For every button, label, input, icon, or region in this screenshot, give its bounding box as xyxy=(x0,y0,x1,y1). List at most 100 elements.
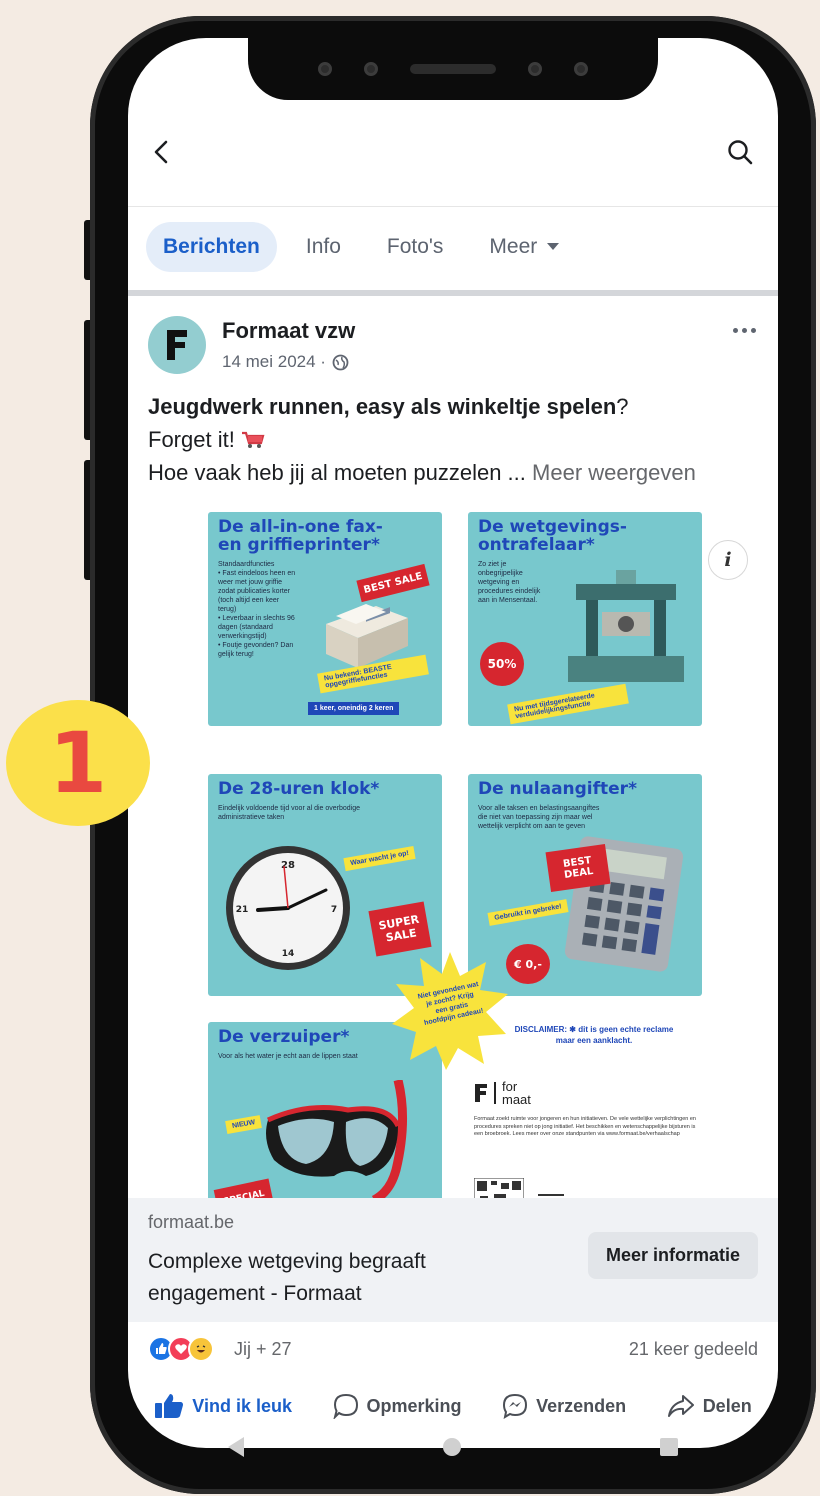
post-text-line-3: Hoe vaak heb jij al moeten puzzelen ... … xyxy=(148,456,764,489)
tab-label: Info xyxy=(305,234,341,258)
haha-reaction-icon xyxy=(188,1336,214,1362)
svg-text:14: 14 xyxy=(282,949,295,959)
globe-icon xyxy=(332,354,349,370)
best-deal-badge: BEST DEAL xyxy=(545,844,611,892)
card-title: De 28-uren klok* xyxy=(218,779,380,799)
card-tag: Gebruikt in gebreke! xyxy=(487,899,569,926)
back-arrow-icon xyxy=(154,140,168,164)
caret-down-icon xyxy=(547,243,560,250)
action-label: Vind ik leuk xyxy=(192,1395,292,1416)
reaction-icons[interactable] xyxy=(148,1336,214,1362)
send-button[interactable]: Verzenden xyxy=(502,1393,626,1419)
reaction-count[interactable]: Jij + 27 xyxy=(234,1339,292,1360)
phone-frame: Berichten Info Foto's Meer Formaat vzw 1… xyxy=(90,16,816,1494)
wordmark-maat: maat xyxy=(502,1092,531,1107)
phone-screen: Berichten Info Foto's Meer Formaat vzw 1… xyxy=(128,38,778,1448)
wordmark-divider xyxy=(494,1082,496,1104)
sensor-icon xyxy=(364,62,378,76)
formaat-f-logo-icon xyxy=(475,1084,487,1102)
action-label: Verzenden xyxy=(536,1395,627,1416)
machine-image-icon xyxy=(568,570,684,682)
section-divider xyxy=(128,290,778,296)
diving-mask-image-icon xyxy=(266,1080,407,1198)
ad-card-unraveler: De wetgevings- ontrafelaar* Zo ziet je o… xyxy=(468,512,702,726)
post-headline-end: ? xyxy=(616,394,629,419)
avatar[interactable] xyxy=(148,316,206,374)
post-header: Formaat vzw 14 mei 2024 · xyxy=(148,316,758,376)
card-title: De all-in-one fax- en griffieprinter* xyxy=(218,517,383,555)
clock-image-icon: 28 21 7 14 xyxy=(226,846,350,970)
earpiece-speaker xyxy=(410,64,496,74)
link-preview[interactable]: formaat.be Complexe wetgeving begraaft e… xyxy=(128,1198,778,1322)
like-button[interactable]: Vind ik leuk xyxy=(154,1393,292,1419)
tab-info[interactable]: Info xyxy=(289,222,358,272)
phone-notch xyxy=(248,38,658,100)
reactions-bar: Jij + 27 21 keer gedeeld xyxy=(148,1336,758,1366)
share-arrow-icon xyxy=(667,1395,694,1417)
step-number-badge: 1 xyxy=(6,700,150,826)
post-date[interactable]: 14 mei 2024 · xyxy=(222,352,326,372)
tab-label: Berichten xyxy=(163,234,260,258)
post-author[interactable]: Formaat vzw xyxy=(222,318,355,344)
link-domain: formaat.be xyxy=(148,1212,235,1232)
nav-back-icon[interactable] xyxy=(227,1437,244,1457)
share-count[interactable]: 21 keer gedeeld xyxy=(629,1339,758,1360)
messenger-icon xyxy=(503,1393,528,1419)
back-button[interactable] xyxy=(142,132,182,172)
action-label: Opmerking xyxy=(366,1395,462,1416)
post-text-line-2: Forget it! xyxy=(148,423,764,456)
tab-fotos[interactable]: Foto's xyxy=(370,222,461,272)
wordmark-text: for maat xyxy=(502,1080,531,1106)
share-button[interactable]: Delen xyxy=(667,1394,752,1418)
search-button[interactable] xyxy=(720,132,760,172)
tab-meer[interactable]: Meer xyxy=(472,222,576,272)
card-body: Voor als het water je echt aan de lippen… xyxy=(218,1053,358,1060)
tab-label: Meer xyxy=(489,234,538,258)
info-glyph: i xyxy=(724,549,732,571)
post-text-body: Hoe vaak heb jij al moeten puzzelen ... xyxy=(148,460,526,485)
arrow-line xyxy=(538,1194,564,1196)
qr-code-icon xyxy=(474,1178,524,1198)
thumbs-up-icon xyxy=(155,1394,184,1418)
card-body: Voor alle taksen en belastingsaangiftes … xyxy=(478,805,600,830)
post-headline: Jeugdwerk runnen, easy als winkeltje spe… xyxy=(148,394,617,419)
post-date-row: 14 mei 2024 · xyxy=(222,352,349,372)
svg-text:28: 28 xyxy=(281,860,295,871)
nav-recents-icon[interactable] xyxy=(660,1438,679,1456)
post-text-line-1: Jeugdwerk runnen, easy als winkeltje spe… xyxy=(148,390,764,423)
link-title: Complexe wetgeving begraaft engagement -… xyxy=(148,1250,426,1305)
card-tag: 1 keer, oneindig 2 keren xyxy=(308,702,400,715)
action-label: Delen xyxy=(702,1395,752,1416)
super-sale-badge: SUPER SALE xyxy=(368,901,432,957)
card-body: Standaardfuncties • Fast eindeloos heen … xyxy=(218,561,296,658)
card-title: De nulaangifter* xyxy=(478,779,637,799)
comment-button[interactable]: Opmerking xyxy=(332,1393,462,1419)
card-body: Eindelijk voldoende tijd voor al die ove… xyxy=(218,805,361,821)
nav-home-icon[interactable] xyxy=(442,1438,461,1456)
tab-berichten[interactable]: Berichten xyxy=(146,221,277,272)
formaat-logo-icon xyxy=(167,330,187,360)
special-badge: SPECIAL xyxy=(213,1178,275,1198)
post-text-forget: Forget it! xyxy=(148,427,235,452)
step-number: 1 xyxy=(48,714,108,812)
see-more-link[interactable]: Meer weergeven xyxy=(532,460,696,485)
card-title: De wetgevings- ontrafelaar* xyxy=(478,517,627,555)
sensor-icon-2 xyxy=(528,62,542,76)
price-badge: € 0,- xyxy=(506,944,550,984)
search-icon xyxy=(728,140,753,165)
front-camera-icon xyxy=(318,62,332,76)
formaat-wordmark: for maat xyxy=(474,1080,531,1106)
about-text: Formaat zoekt ruimte voor jongeren en hu… xyxy=(474,1116,696,1137)
more-options-button[interactable] xyxy=(733,328,756,333)
sensor-icon-3 xyxy=(574,62,588,76)
page-tabs: Berichten Info Foto's Meer xyxy=(128,206,778,286)
svg-text:7: 7 xyxy=(331,905,337,915)
system-nav-bar xyxy=(128,1424,778,1470)
ad-card-printer: De all-in-one fax- en griffieprinter* St… xyxy=(208,512,442,726)
info-icon[interactable]: i xyxy=(708,540,748,580)
svg-text:21: 21 xyxy=(236,905,249,915)
card-body: Zo ziet je onbegrijpelijke wetgeving en … xyxy=(478,561,541,604)
discount-badge: 50% xyxy=(480,642,524,686)
more-info-button[interactable]: Meer informatie xyxy=(587,1232,758,1279)
post-image[interactable]: i De all-in-one fax- en griffieprinter* … xyxy=(128,502,778,1198)
